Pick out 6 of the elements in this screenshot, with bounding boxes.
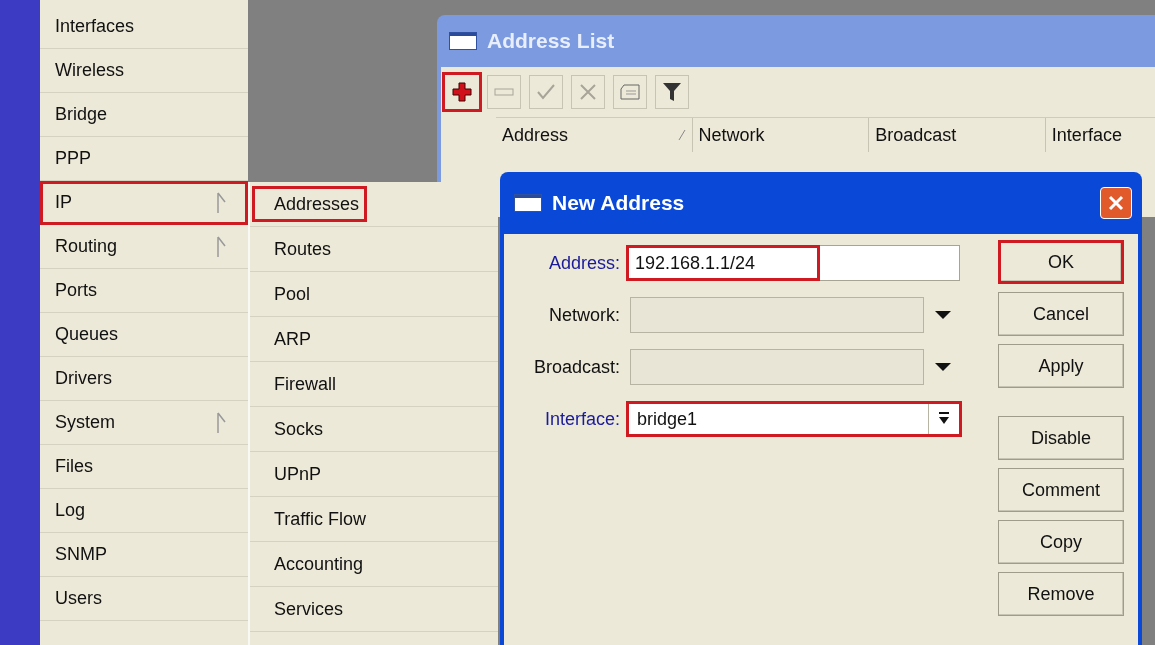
dialog-title: New Address [552, 191, 685, 215]
field-label: Address: [547, 252, 621, 274]
field-label: Broadcast: [532, 356, 621, 378]
field-label: Interface: [543, 408, 621, 430]
window-title: Address List [487, 29, 615, 53]
field-label: Network: [548, 304, 621, 326]
